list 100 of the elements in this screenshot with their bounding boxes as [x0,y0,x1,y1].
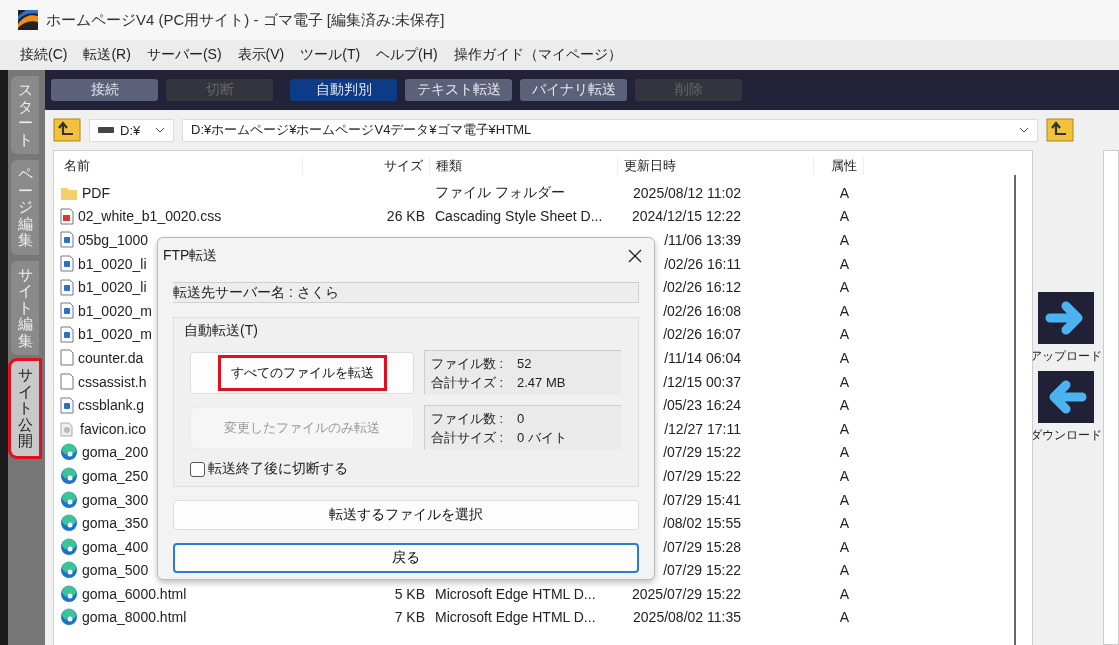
file-name[interactable]: cssassist.h [78,373,147,390]
file-attribute: A [839,349,849,366]
info-label: 合計サイズ : [431,373,505,392]
image-file-icon [60,302,74,320]
modified-date: /12/15 00:37 [663,373,741,390]
file-attribute: A [839,208,849,225]
toolbar-button[interactable]: 接続 [51,79,158,101]
file-attribute: A [839,397,849,414]
info-label: ファイル数 : [431,409,505,428]
modified-date: /11/14 06:04 [664,349,741,366]
blank-file-icon [60,373,74,391]
browser-icon [60,561,78,580]
window-title: ホームページV4 (PC用サイト) - ゴマ電子 [編集済み:未保存] [46,10,445,30]
file-attribute: A [839,444,849,461]
file-name[interactable]: b1_0020_li [78,255,147,272]
column-header[interactable]: 属性 [814,157,864,175]
modified-date: /02/26 16:08 [663,302,741,319]
browser-icon [60,537,78,556]
modified-date: 2025/08/12 11:02 [633,184,741,201]
menu-item[interactable]: 表示(V) [231,42,291,68]
file-name[interactable]: goma_200 [82,444,149,461]
parent-folder-icon[interactable] [53,118,81,142]
caret-icon [155,127,165,133]
info-value: 52 [517,354,533,373]
file-name[interactable]: PDF [82,184,110,201]
toolbar-button[interactable]: 自動判別 [290,79,397,101]
dialog-button[interactable]: 戻る [173,543,639,573]
menu-item[interactable]: ヘルプ(H) [370,42,444,68]
dialog-title: FTP転送 [163,247,218,265]
file-name[interactable]: cssblank.g [78,397,145,414]
file-name[interactable]: goma_6000.html [82,585,187,602]
file-name[interactable]: 05bg_1000 [78,232,149,248]
blank-file-icon [60,349,74,367]
file-name[interactable]: favicon.ico [80,420,147,437]
file-attribute: A [839,538,849,555]
file-attribute: A [839,326,849,343]
column-header[interactable]: サイズ [303,157,430,175]
close-button[interactable] [626,247,644,265]
file-name[interactable]: b1_0020_li [78,279,147,296]
file-name[interactable]: counter.da [78,349,144,366]
menu-item[interactable]: 接続(C) [14,42,74,68]
modified-date: /02/26 16:11 [664,255,741,272]
modified-date: 2025/08/02 11:35 [633,609,741,626]
app-logo-icon [18,10,38,30]
info-label: ファイル数 : [431,354,505,373]
drive-dropdown[interactable]: D:¥ [89,118,174,142]
file-attribute: A [839,373,849,390]
modified-date: /07/29 15:41 [663,491,741,508]
browser-icon [60,443,78,462]
file-attribute: A [839,232,849,248]
file-size: 5 KB [394,585,425,602]
modified-date: /02/26 16:12 [663,279,741,296]
info-value: 0 [517,409,526,428]
file-attribute: A [839,515,849,532]
toolbar-button[interactable]: テキスト転送 [405,79,512,101]
column-header[interactable]: 名前 [58,157,303,175]
image-file-icon [60,278,74,296]
file-attribute: A [839,562,849,579]
menu-item[interactable]: 操作ガイド（マイページ） [447,42,628,68]
dialog-button[interactable]: 転送するファイルを選択 [173,500,639,530]
file-type: Cascading Style Sheet D... [435,208,603,225]
image-file-icon [60,420,76,438]
file-name[interactable]: b1_0020_m [78,326,152,343]
file-type: Microsoft Edge HTML D... [435,585,596,602]
browser-icon [60,466,78,485]
file-attribute: A [839,609,849,626]
file-name[interactable]: goma_250 [82,467,149,484]
modified-date: /07/29 15:22 [663,444,741,461]
image-file-icon [60,255,74,273]
side-tab[interactable]: サイト公開 [11,361,39,456]
checkbox-label[interactable]: 転送終了後に切断する [208,460,348,478]
image-file-icon [60,231,74,249]
modified-date: /07/29 15:28 [663,538,741,555]
checkbox[interactable] [190,461,205,477]
file-name[interactable]: goma_300 [82,491,149,508]
parent-folder-icon[interactable] [1046,118,1074,142]
file-attribute: A [839,255,849,272]
menu-item[interactable]: 転送(R) [77,42,137,68]
path-dropdown[interactable]: D:¥ホームページ¥ホームページV4データ¥ゴマ電子¥HTML [182,118,1038,142]
file-name[interactable]: goma_500 [82,562,149,579]
menu-item[interactable]: サーバー(S) [140,42,228,68]
column-header[interactable]: 更新日時 [618,157,814,175]
file-name[interactable]: goma_8000.html [82,609,187,626]
transfer-button[interactable]: すべてのファイルを転送 [190,351,414,394]
file-attribute: A [839,467,849,484]
modified-date: 2024/12/15 12:22 [632,208,741,225]
column-header[interactable]: 種類 [430,157,618,175]
browser-icon [60,490,78,509]
file-attribute: A [839,585,849,602]
file-name[interactable]: b1_0020_m [78,302,152,319]
file-attribute: A [839,302,849,319]
drive-icon [98,127,114,133]
file-attribute: A [839,420,849,437]
menu-item[interactable]: ツール(T) [294,42,367,68]
toolbar-button[interactable]: バイナリ転送 [520,79,627,101]
file-name[interactable]: goma_400 [82,538,149,555]
file-name[interactable]: 02_white_b1_0020.css [78,208,222,225]
file-name[interactable]: goma_350 [82,515,149,532]
modified-date: /07/29 15:22 [663,562,741,579]
file-type: Microsoft Edge HTML D... [435,609,596,626]
